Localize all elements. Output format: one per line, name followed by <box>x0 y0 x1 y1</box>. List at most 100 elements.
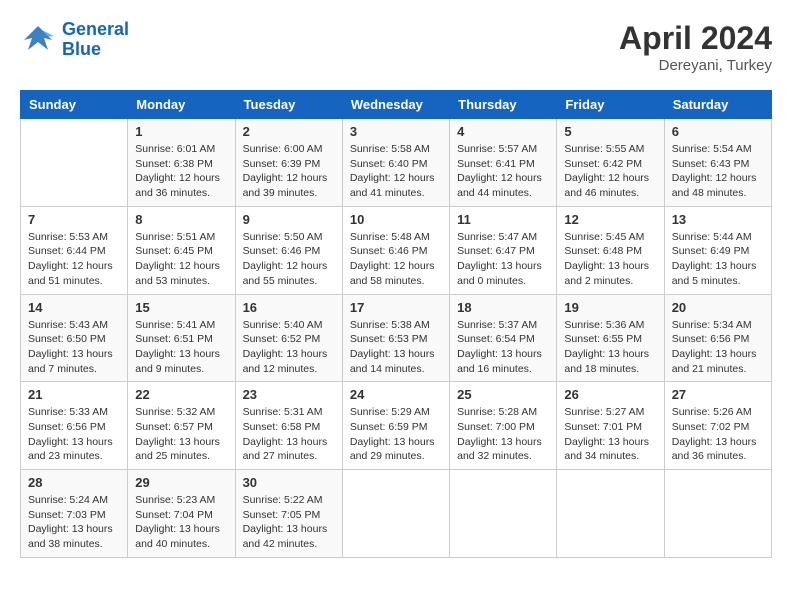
day-info: Sunrise: 5:32 AM Sunset: 6:57 PM Dayligh… <box>135 405 227 464</box>
day-info: Sunrise: 5:40 AM Sunset: 6:52 PM Dayligh… <box>243 318 335 377</box>
calendar-cell: 4 Sunrise: 5:57 AM Sunset: 6:41 PM Daylig… <box>450 119 557 207</box>
day-info: Sunrise: 5:57 AM Sunset: 6:41 PM Dayligh… <box>457 142 549 201</box>
day-info: Sunrise: 5:54 AM Sunset: 6:43 PM Dayligh… <box>672 142 764 201</box>
calendar-week-row: 7 Sunrise: 5:53 AM Sunset: 6:44 PM Daylig… <box>21 206 772 294</box>
weekday-header: Monday <box>128 91 235 119</box>
calendar-cell: 1 Sunrise: 6:01 AM Sunset: 6:38 PM Daylig… <box>128 119 235 207</box>
weekday-header: Sunday <box>21 91 128 119</box>
calendar-cell: 12 Sunrise: 5:45 AM Sunset: 6:48 PM Dayli… <box>557 206 664 294</box>
day-number: 22 <box>135 387 227 402</box>
day-number: 2 <box>243 124 335 139</box>
day-info: Sunrise: 5:53 AM Sunset: 6:44 PM Dayligh… <box>28 230 120 289</box>
calendar-cell: 16Sunrise: 5:40 AM Sunset: 6:52 PM Dayli… <box>235 294 342 382</box>
calendar-cell: 22 Sunrise: 5:32 AM Sunset: 6:57 PM Dayli… <box>128 382 235 470</box>
weekday-header: Wednesday <box>342 91 449 119</box>
day-info: Sunrise: 5:43 AM Sunset: 6:50 PM Dayligh… <box>28 318 120 377</box>
calendar-cell: 15 Sunrise: 5:41 AM Sunset: 6:51 PM Dayli… <box>128 294 235 382</box>
day-info: Sunrise: 5:29 AM Sunset: 6:59 PM Dayligh… <box>350 405 442 464</box>
day-info: Sunrise: 5:31 AM Sunset: 6:58 PM Dayligh… <box>243 405 335 464</box>
title-block: April 2024 Dereyani, Turkey <box>619 20 772 74</box>
calendar-cell: 13Sunrise: 5:44 AM Sunset: 6:49 PM Dayli… <box>664 206 771 294</box>
day-number: 9 <box>243 212 335 227</box>
day-info: Sunrise: 5:24 AM Sunset: 7:03 PM Dayligh… <box>28 493 120 552</box>
calendar-cell: 19 Sunrise: 5:36 AM Sunset: 6:55 PM Dayli… <box>557 294 664 382</box>
calendar-cell: 17 Sunrise: 5:38 AM Sunset: 6:53 PM Dayli… <box>342 294 449 382</box>
calendar-cell: 30Sunrise: 5:22 AM Sunset: 7:05 PM Dayli… <box>235 470 342 558</box>
calendar-table: SundayMondayTuesdayWednesdayThursdayFrid… <box>20 90 772 558</box>
day-info: Sunrise: 6:01 AM Sunset: 6:38 PM Dayligh… <box>135 142 227 201</box>
calendar-week-row: 28 Sunrise: 5:24 AM Sunset: 7:03 PM Dayli… <box>21 470 772 558</box>
calendar-cell: 23 Sunrise: 5:31 AM Sunset: 6:58 PM Dayli… <box>235 382 342 470</box>
calendar-cell: 25Sunrise: 5:28 AM Sunset: 7:00 PM Dayli… <box>450 382 557 470</box>
calendar-cell: 20Sunrise: 5:34 AM Sunset: 6:56 PM Dayli… <box>664 294 771 382</box>
calendar-cell: 24 Sunrise: 5:29 AM Sunset: 6:59 PM Dayli… <box>342 382 449 470</box>
day-number: 12 <box>564 212 656 227</box>
day-number: 29 <box>135 475 227 490</box>
day-info: Sunrise: 5:55 AM Sunset: 6:42 PM Dayligh… <box>564 142 656 201</box>
day-info: Sunrise: 5:36 AM Sunset: 6:55 PM Dayligh… <box>564 318 656 377</box>
calendar-cell: 14 Sunrise: 5:43 AM Sunset: 6:50 PM Dayli… <box>21 294 128 382</box>
day-info: Sunrise: 5:45 AM Sunset: 6:48 PM Dayligh… <box>564 230 656 289</box>
calendar-cell: 6 Sunrise: 5:54 AM Sunset: 6:43 PM Daylig… <box>664 119 771 207</box>
calendar-cell: 27Sunrise: 5:26 AM Sunset: 7:02 PM Dayli… <box>664 382 771 470</box>
day-info: Sunrise: 5:51 AM Sunset: 6:45 PM Dayligh… <box>135 230 227 289</box>
calendar-week-row: 21Sunrise: 5:33 AM Sunset: 6:56 PM Dayli… <box>21 382 772 470</box>
day-info: Sunrise: 5:44 AM Sunset: 6:49 PM Dayligh… <box>672 230 764 289</box>
day-number: 7 <box>28 212 120 227</box>
day-info: Sunrise: 5:58 AM Sunset: 6:40 PM Dayligh… <box>350 142 442 201</box>
day-number: 30 <box>243 475 335 490</box>
day-number: 14 <box>28 300 120 315</box>
day-number: 10 <box>350 212 442 227</box>
day-number: 28 <box>28 475 120 490</box>
day-number: 23 <box>243 387 335 402</box>
day-info: Sunrise: 5:34 AM Sunset: 6:56 PM Dayligh… <box>672 318 764 377</box>
calendar-cell <box>664 470 771 558</box>
day-info: Sunrise: 5:37 AM Sunset: 6:54 PM Dayligh… <box>457 318 549 377</box>
day-number: 26 <box>564 387 656 402</box>
day-info: Sunrise: 5:48 AM Sunset: 6:46 PM Dayligh… <box>350 230 442 289</box>
day-number: 17 <box>350 300 442 315</box>
logo-icon <box>20 22 56 58</box>
day-number: 19 <box>564 300 656 315</box>
day-number: 21 <box>28 387 120 402</box>
day-number: 4 <box>457 124 549 139</box>
location-subtitle: Dereyani, Turkey <box>619 57 772 74</box>
calendar-week-row: 14 Sunrise: 5:43 AM Sunset: 6:50 PM Dayli… <box>21 294 772 382</box>
calendar-cell <box>21 119 128 207</box>
day-info: Sunrise: 5:28 AM Sunset: 7:00 PM Dayligh… <box>457 405 549 464</box>
calendar-cell <box>342 470 449 558</box>
day-number: 24 <box>350 387 442 402</box>
month-title: April 2024 <box>619 20 772 57</box>
weekday-header: Friday <box>557 91 664 119</box>
day-info: Sunrise: 5:50 AM Sunset: 6:46 PM Dayligh… <box>243 230 335 289</box>
day-info: Sunrise: 5:38 AM Sunset: 6:53 PM Dayligh… <box>350 318 442 377</box>
day-info: Sunrise: 5:41 AM Sunset: 6:51 PM Dayligh… <box>135 318 227 377</box>
calendar-cell: 2Sunrise: 6:00 AM Sunset: 6:39 PM Daylig… <box>235 119 342 207</box>
weekday-header: Thursday <box>450 91 557 119</box>
calendar-cell: 9 Sunrise: 5:50 AM Sunset: 6:46 PM Daylig… <box>235 206 342 294</box>
calendar-cell <box>450 470 557 558</box>
day-number: 8 <box>135 212 227 227</box>
calendar-cell <box>557 470 664 558</box>
weekday-header: Tuesday <box>235 91 342 119</box>
calendar-cell: 29 Sunrise: 5:23 AM Sunset: 7:04 PM Dayli… <box>128 470 235 558</box>
day-info: Sunrise: 5:47 AM Sunset: 6:47 PM Dayligh… <box>457 230 549 289</box>
day-info: Sunrise: 5:26 AM Sunset: 7:02 PM Dayligh… <box>672 405 764 464</box>
calendar-week-row: 1 Sunrise: 6:01 AM Sunset: 6:38 PM Daylig… <box>21 119 772 207</box>
calendar-cell: 18Sunrise: 5:37 AM Sunset: 6:54 PM Dayli… <box>450 294 557 382</box>
day-number: 3 <box>350 124 442 139</box>
calendar-cell: 7 Sunrise: 5:53 AM Sunset: 6:44 PM Daylig… <box>21 206 128 294</box>
calendar-cell: 26 Sunrise: 5:27 AM Sunset: 7:01 PM Dayli… <box>557 382 664 470</box>
day-number: 11 <box>457 212 549 227</box>
day-info: Sunrise: 5:23 AM Sunset: 7:04 PM Dayligh… <box>135 493 227 552</box>
calendar-cell: 8 Sunrise: 5:51 AM Sunset: 6:45 PM Daylig… <box>128 206 235 294</box>
logo: General Blue <box>20 20 129 60</box>
day-number: 5 <box>564 124 656 139</box>
calendar-cell: 21Sunrise: 5:33 AM Sunset: 6:56 PM Dayli… <box>21 382 128 470</box>
calendar-cell: 28 Sunrise: 5:24 AM Sunset: 7:03 PM Dayli… <box>21 470 128 558</box>
calendar-cell: 5 Sunrise: 5:55 AM Sunset: 6:42 PM Daylig… <box>557 119 664 207</box>
day-number: 15 <box>135 300 227 315</box>
day-info: Sunrise: 5:27 AM Sunset: 7:01 PM Dayligh… <box>564 405 656 464</box>
day-number: 1 <box>135 124 227 139</box>
day-number: 6 <box>672 124 764 139</box>
